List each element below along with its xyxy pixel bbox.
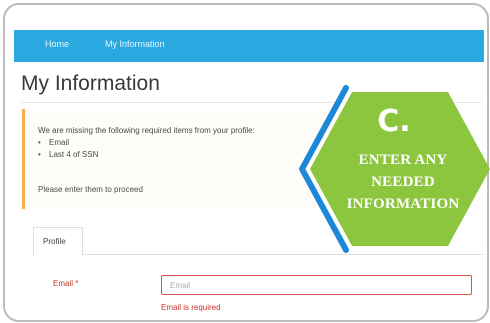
callout-line-3: INFORMATION xyxy=(346,196,460,212)
callout-line-2: NEEDED xyxy=(371,174,435,190)
callout-line-1: ENTER ANY xyxy=(358,152,448,168)
email-error-message: Email is required xyxy=(161,303,221,312)
nav-link-my-information[interactable]: My Information xyxy=(105,39,165,49)
email-label: Email * xyxy=(53,279,79,288)
alert-bullet: • xyxy=(38,150,41,159)
alert-footer: Please enter them to proceed xyxy=(38,185,143,194)
tab-profile[interactable]: Profile xyxy=(33,227,83,256)
email-input[interactable] xyxy=(161,275,472,295)
tab-profile-label: Profile xyxy=(43,237,66,246)
page-title: My Information xyxy=(21,72,160,95)
alert-item-ssn: Last 4 of SSN xyxy=(49,150,99,159)
top-navbar: Home My Information xyxy=(14,30,484,62)
callout-letter: C. xyxy=(377,104,411,139)
alert-intro: We are missing the following required it… xyxy=(38,126,255,135)
tabs-divider xyxy=(33,254,483,255)
alert-item-email: Email xyxy=(49,138,70,147)
nav-link-home[interactable]: Home xyxy=(45,39,69,49)
alert-bullet: • xyxy=(38,138,41,147)
